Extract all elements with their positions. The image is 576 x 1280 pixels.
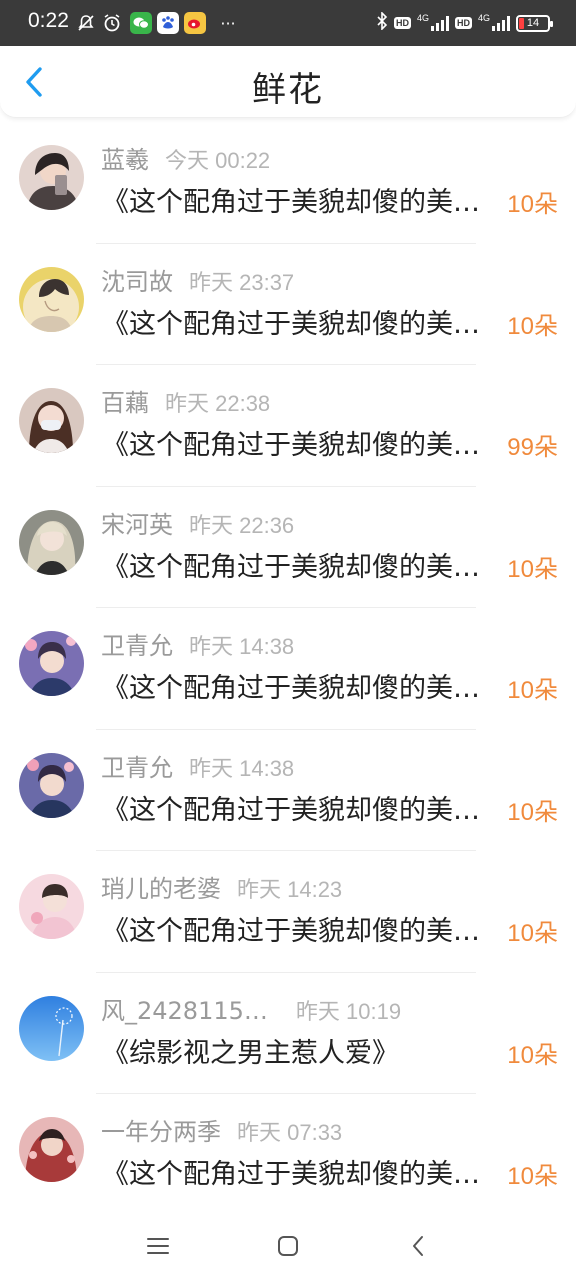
wechat-icon — [130, 12, 152, 34]
book-title[interactable]: 《这个配角过于美貌却傻的美貌》 — [102, 666, 498, 705]
nav-back-button[interactable] — [398, 1230, 438, 1262]
battery-icon: 14 — [516, 14, 553, 32]
avatar[interactable] — [19, 1117, 84, 1182]
flower-count: 10朵 — [507, 312, 558, 340]
flower-count: 10朵 — [507, 920, 558, 947]
list-item[interactable]: 卫青允 昨天 14:38 《这个配角过于美貌却傻的美貌》 10朵 — [0, 608, 576, 730]
hd-badge: HD — [393, 17, 411, 29]
avatar[interactable] — [19, 509, 84, 575]
avatar[interactable] — [19, 145, 84, 210]
more-notifications: ··· — [220, 13, 236, 33]
sent-time: 昨天 22:36 — [189, 512, 295, 538]
book-title[interactable]: 《这个配角过于美貌却傻的美貌》 — [102, 788, 498, 827]
book-title[interactable]: 《综影视之男主惹人爱》 — [102, 1031, 498, 1070]
sender-name[interactable]: 琑儿的老婆 — [101, 869, 221, 904]
flower-count: 10朵 — [507, 1163, 558, 1190]
list-item[interactable]: 蓝羲 今天 00:22 《这个配角过于美貌却傻的美貌》 10朵 — [0, 122, 576, 244]
flower-record-list: 蓝羲 今天 00:22 《这个配角过于美貌却傻的美貌》 10朵 沈司故 昨天 23:… — [0, 122, 576, 1216]
avatar[interactable] — [19, 995, 84, 1061]
menu-icon — [147, 1238, 169, 1254]
page-title: 鲜花 — [252, 70, 324, 110]
system-nav-bar — [0, 1212, 576, 1280]
battery-level: 14 — [526, 17, 540, 29]
sent-time: 昨天 14:38 — [189, 634, 295, 659]
signal-icon-2 — [492, 15, 510, 31]
sent-time: 昨天 10:19 — [295, 998, 402, 1024]
list-item[interactable]: 琑儿的老婆 昨天 14:23 《这个配角过于美貌却傻的美貌》 10朵 — [0, 851, 576, 973]
flower-count: 10朵 — [507, 1041, 558, 1069]
sender-name[interactable]: 卫青允 — [101, 626, 173, 661]
hd-badge-2: HD — [454, 17, 472, 29]
sent-time: 昨天 07:33 — [237, 1120, 343, 1145]
network-type-2: 4G — [477, 13, 490, 23]
network-type: 4G — [416, 13, 429, 23]
flower-count: 10朵 — [507, 677, 558, 704]
avatar[interactable] — [19, 752, 84, 818]
list-item[interactable]: 百藕 昨天 22:38 《这个配角过于美貌却傻的美貌》 99朵 — [0, 365, 576, 487]
book-title[interactable]: 《这个配角过于美貌却傻的美貌》 — [102, 909, 498, 948]
flower-count: 10朵 — [507, 191, 558, 218]
signal-icon — [430, 15, 449, 31]
sent-time: 昨天 22:38 — [165, 391, 271, 416]
avatar[interactable] — [19, 388, 84, 453]
sent-time: 今天 00:22 — [165, 148, 271, 173]
nav-back-icon — [413, 1236, 423, 1256]
list-item[interactable]: 卫青允 昨天 14:38 《这个配角过于美貌却傻的美貌》 10朵 — [0, 730, 576, 851]
flower-count: 10朵 — [507, 798, 558, 826]
mute-bell-icon — [76, 12, 96, 34]
status-time: 0:22 — [28, 9, 69, 32]
book-title[interactable]: 《这个配角过于美貌却傻的美貌》 — [102, 302, 498, 341]
home-icon — [278, 1236, 298, 1256]
sent-time: 昨天 14:23 — [237, 877, 343, 902]
sender-name[interactable]: 沈司故 — [101, 262, 173, 297]
top-app-bar: 鲜花 — [0, 46, 576, 118]
sender-name[interactable]: 一年分两季 — [101, 1112, 221, 1147]
list-item[interactable]: 宋河英 昨天 22:36 《这个配角过于美貌却傻的美貌》 10朵 — [0, 487, 576, 608]
book-title[interactable]: 《这个配角过于美貌却傻的美貌》 — [102, 423, 498, 462]
menu-button[interactable] — [138, 1230, 178, 1262]
home-button[interactable] — [268, 1230, 308, 1262]
alarm-icon — [102, 12, 122, 34]
baidu-icon — [157, 12, 179, 34]
sender-name[interactable]: 卫青允 — [101, 748, 173, 783]
list-item[interactable]: 风_2428115… 昨天 10:19 《综影视之男主惹人爱》 10朵 — [0, 973, 576, 1094]
bluetooth-icon — [376, 11, 388, 34]
sender-name[interactable]: 宋河英 — [101, 505, 173, 540]
sender-name[interactable]: 百藕 — [101, 383, 149, 418]
avatar[interactable] — [19, 874, 84, 939]
flower-count: 99朵 — [507, 434, 558, 461]
list-item[interactable]: 沈司故 昨天 23:37 《这个配角过于美貌却傻的美貌》 10朵 — [0, 244, 576, 365]
sender-name[interactable]: 风_2428115… — [101, 991, 268, 1026]
sender-name[interactable]: 蓝羲 — [101, 140, 149, 175]
sent-time: 昨天 23:37 — [189, 269, 295, 295]
avatar[interactable] — [19, 631, 84, 696]
status-bar: 0:22 ··· HD 4G HD 4G 14 — [0, 0, 576, 46]
flower-count: 10朵 — [507, 555, 558, 583]
book-title[interactable]: 《这个配角过于美貌却傻的美貌》 — [102, 1152, 498, 1191]
book-title[interactable]: 《这个配角过于美貌却傻的美貌》 — [102, 545, 498, 584]
weibo-icon — [184, 12, 206, 34]
sent-time: 昨天 14:38 — [189, 755, 295, 781]
book-title[interactable]: 《这个配角过于美貌却傻的美貌》 — [102, 180, 498, 219]
list-item[interactable]: 一年分两季 昨天 07:33 《这个配角过于美貌却傻的美貌》 10朵 — [0, 1094, 576, 1216]
avatar[interactable] — [19, 266, 84, 332]
